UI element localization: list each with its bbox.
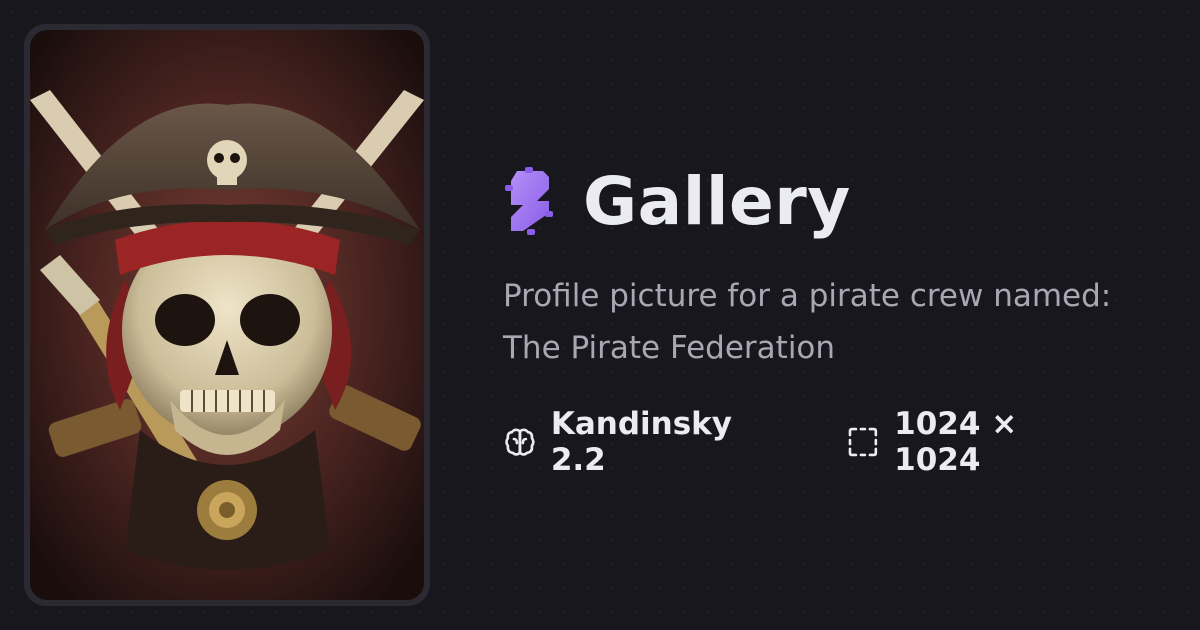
image-dimensions: 1024 × 1024 bbox=[894, 406, 1018, 478]
pirate-skull-artwork[interactable] bbox=[30, 30, 424, 600]
brain-icon bbox=[505, 428, 535, 456]
dashed-square-icon bbox=[848, 427, 878, 457]
gear-bolt-logo-icon bbox=[505, 167, 553, 235]
model-info: Kandinsky 2.2 bbox=[503, 406, 796, 478]
image-description: Profile picture for a pirate crew named:… bbox=[503, 278, 1112, 366]
info-panel: Gallery Profile picture for a pirate cre… bbox=[503, 160, 1163, 479]
page-title: Gallery bbox=[583, 162, 851, 240]
model-name: Kandinsky 2.2 bbox=[550, 406, 732, 478]
artwork-frame bbox=[24, 24, 430, 606]
title-row: Gallery bbox=[503, 160, 1163, 242]
dimensions-info: 1024 × 1024 bbox=[846, 406, 1113, 478]
meta-row: Kandinsky 2.2 1024 × 1024 bbox=[503, 406, 1163, 478]
